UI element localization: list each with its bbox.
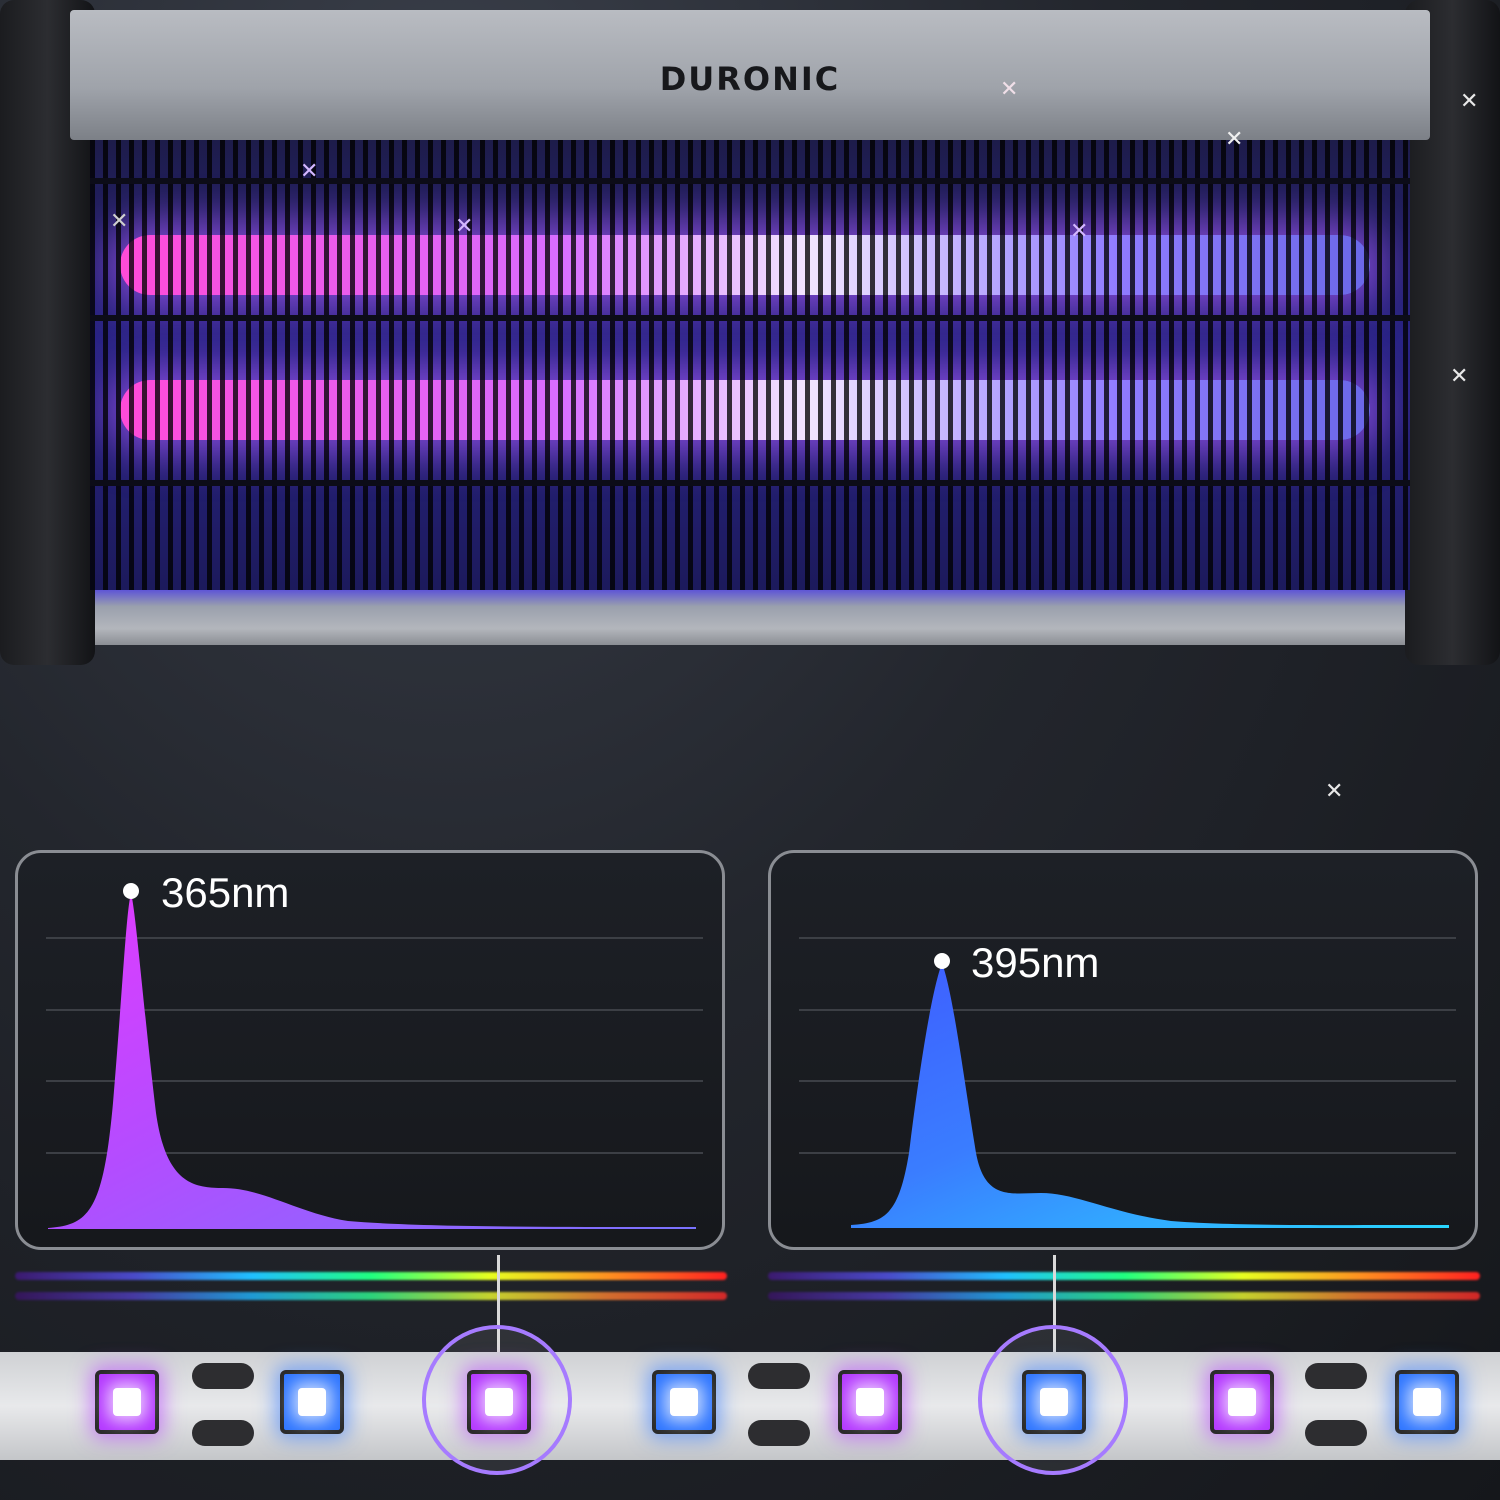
metal-grille: [90, 140, 1410, 590]
moth-icon: ✕: [1225, 126, 1244, 151]
resistor: [192, 1363, 254, 1389]
spectrum-curve-365: [48, 893, 696, 1229]
spectrum-curve-395: [851, 963, 1449, 1228]
visible-spectrum-band: [15, 1272, 727, 1280]
resistor: [748, 1420, 810, 1446]
resistor: [1305, 1420, 1367, 1446]
mosquito-icon: ✕: [300, 158, 319, 183]
moth-icon: ✕: [1070, 218, 1089, 243]
resistor: [192, 1420, 254, 1446]
uv-led-blue: [280, 1370, 344, 1434]
moth-icon: ✕: [1450, 363, 1469, 388]
bug-zapper-device: DURONIC: [0, 0, 1500, 665]
resistor: [748, 1363, 810, 1389]
uv-grid-area: [90, 140, 1410, 590]
resistor: [1305, 1363, 1367, 1389]
visible-spectrum-band: [15, 1292, 727, 1300]
peak-label-365: 365nm: [161, 869, 290, 916]
peak-marker-395: [934, 953, 950, 969]
spectrum-panel-365: 365nm: [15, 850, 725, 1250]
grid-rail: [90, 480, 1410, 486]
uv-led-purple: [1210, 1370, 1274, 1434]
uv-led-purple: [467, 1370, 531, 1434]
spectrum-chart-365: [46, 883, 703, 1229]
moth-icon: ✕: [1325, 778, 1344, 803]
visible-spectrum-band: [768, 1272, 1480, 1280]
spectrum-chart-395: [799, 937, 1456, 1228]
uv-led-purple: [95, 1370, 159, 1434]
mosquito-icon: ✕: [455, 213, 474, 238]
moth-icon: ✕: [1000, 76, 1019, 101]
uv-led-blue: [1022, 1370, 1086, 1434]
spectrum-panel-395: 395nm: [768, 850, 1478, 1250]
device-top-housing: DURONIC: [70, 10, 1430, 140]
uv-led-purple: [838, 1370, 902, 1434]
collection-tray: [95, 590, 1405, 645]
uv-led-blue: [652, 1370, 716, 1434]
peak-marker-365: [123, 883, 139, 899]
mosquito-icon: ✕: [110, 208, 129, 233]
grid-rail: [90, 315, 1410, 321]
uv-led-blue: [1395, 1370, 1459, 1434]
product-image: DURONIC ✕ ✕ ✕ ✕ ✕ ✕ ✕ ✕ ✕ 365nm 395nm: [0, 0, 1500, 1500]
brand-logo: DURONIC: [659, 60, 841, 98]
visible-spectrum-band: [768, 1292, 1480, 1300]
moth-icon: ✕: [1460, 88, 1479, 113]
grid-rail: [90, 178, 1410, 184]
peak-label-395: 395nm: [971, 939, 1100, 986]
